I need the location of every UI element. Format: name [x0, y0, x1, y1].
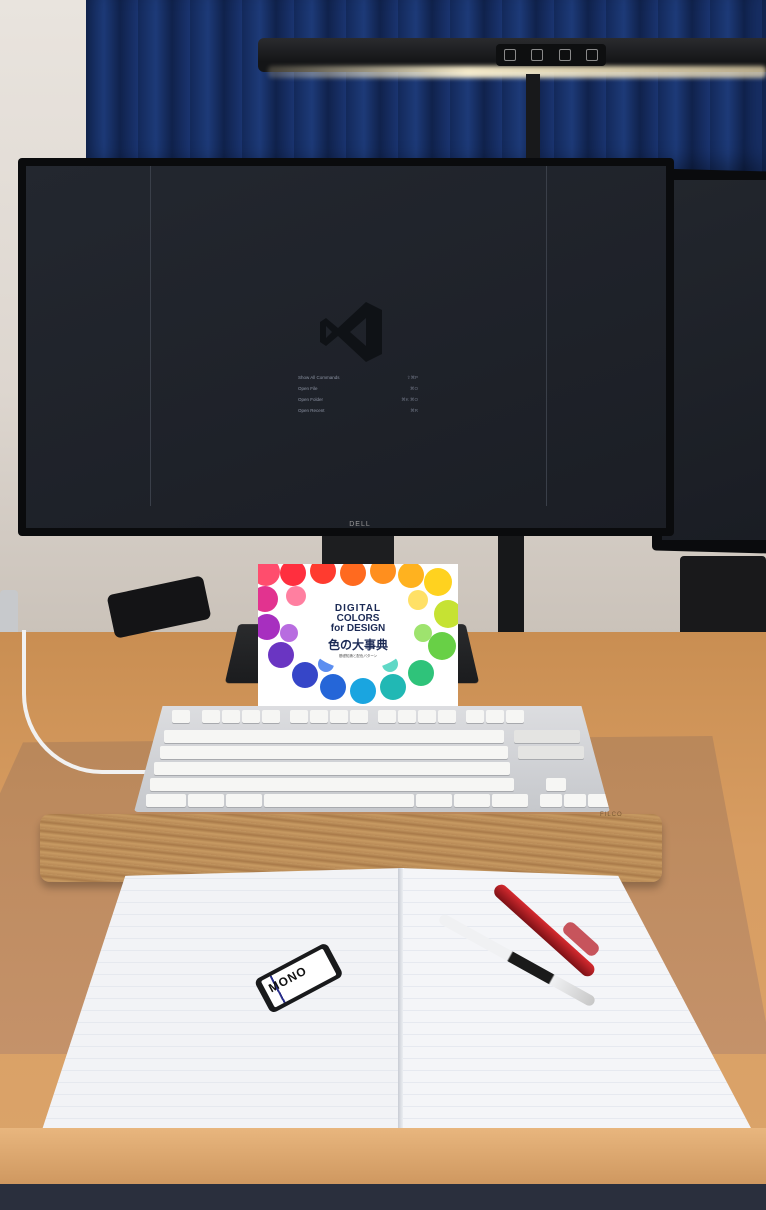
key: [310, 710, 328, 723]
menu-row[interactable]: Open Folder ⌘K ⌘O: [298, 394, 418, 405]
keyboard-row: [150, 778, 566, 791]
book-cover-title: DIGITAL COLORS for DESIGN 色の大事典 基礎知識と配色パ…: [306, 598, 410, 670]
color-dot: [380, 674, 406, 700]
color-dot: [414, 624, 432, 642]
key: [486, 710, 504, 723]
menu-shortcut: ⇧⌘P: [406, 375, 418, 380]
book-title-line: for DESIGN: [330, 623, 386, 634]
vscode-logo-icon: [320, 302, 382, 362]
key: [202, 710, 220, 723]
light-mode-icon: [531, 49, 544, 61]
menu-label: Open File: [298, 386, 318, 391]
color-dot: [434, 600, 458, 628]
key: [350, 710, 368, 723]
editor-divider: [546, 166, 547, 506]
menu-label: Open Recent: [298, 408, 325, 413]
key: [146, 794, 186, 807]
key: [438, 710, 456, 723]
menu-shortcut: ⌘K ⌘O: [401, 397, 418, 402]
key-arrow-down: [564, 794, 586, 807]
book-title-japanese: 色の大事典: [327, 638, 388, 652]
keyboard-row: [172, 710, 524, 723]
book-subtitle: 基礎知識と配色パターン: [338, 654, 378, 658]
key: [222, 710, 240, 723]
vscode-welcome-menu: Show All Commands ⇧⌘P Open File ⌘O Open Fo…: [298, 372, 418, 416]
key-row-home: [154, 762, 510, 775]
color-dot: [350, 678, 376, 704]
desk-front-edge: [0, 1128, 766, 1184]
key-row-shift: [150, 778, 514, 791]
color-dot: [320, 674, 346, 700]
key: [330, 710, 348, 723]
light-power-icon: [503, 49, 516, 61]
key-row-number: [164, 730, 504, 743]
color-dot: [428, 632, 456, 660]
key: [290, 710, 308, 723]
key: [172, 710, 190, 723]
color-dot: [408, 660, 434, 686]
notebook-spine: [398, 868, 403, 1130]
menu-shortcut: ⌘O: [409, 386, 418, 391]
color-dot: [398, 564, 424, 588]
keyboard-row: [164, 730, 580, 743]
keyboard: [134, 706, 610, 812]
menu-row[interactable]: Open File ⌘O: [298, 383, 418, 394]
wrist-rest-brand: FILCO: [600, 812, 623, 818]
monitor-brand-logo: DELL: [349, 521, 371, 528]
color-dot: [280, 624, 298, 642]
keyboard-row: [146, 794, 610, 807]
key-nav-cluster: [518, 746, 584, 759]
color-dot: [258, 614, 280, 640]
color-dot: [370, 564, 396, 584]
color-dot: [310, 564, 336, 584]
key: [416, 794, 452, 807]
editor-divider: [150, 166, 151, 506]
light-temp-icon: [586, 49, 599, 61]
curtain: [86, 0, 766, 175]
keyboard-row: [160, 746, 584, 759]
light-brightness-icon: [558, 49, 571, 61]
menu-shortcut: ⌘R: [410, 408, 418, 413]
key: [226, 794, 262, 807]
right-monitor-screen: [662, 180, 766, 540]
key: [188, 794, 224, 807]
color-dot: [286, 586, 306, 606]
color-dot: [408, 590, 428, 610]
floor: [0, 1184, 766, 1210]
color-dot: [424, 568, 452, 596]
key: [262, 710, 280, 723]
color-dot: [258, 586, 278, 612]
right-monitor-stand: [498, 536, 524, 632]
color-dot: [280, 564, 306, 586]
color-dot: [340, 564, 366, 586]
key: [418, 710, 436, 723]
key: [242, 710, 260, 723]
light-bar-controls: [496, 44, 606, 66]
key: [378, 710, 396, 723]
key: [454, 794, 490, 807]
key: [466, 710, 484, 723]
keyboard-row: [154, 762, 510, 775]
key-arrow-left: [540, 794, 562, 807]
key: [492, 794, 528, 807]
color-dot: [258, 564, 280, 586]
menu-row[interactable]: Open Recent ⌘R: [298, 405, 418, 416]
key-row-qwerty: [160, 746, 508, 759]
key-arrow-up: [546, 778, 566, 791]
color-book: DIGITAL COLORS for DESIGN 色の大事典 基礎知識と配色パ…: [258, 564, 458, 712]
menu-label: Open Folder: [298, 397, 324, 402]
key: [398, 710, 416, 723]
laptop-edge: [0, 590, 18, 638]
key: [506, 710, 524, 723]
light-glow: [268, 66, 766, 78]
key-nav-cluster: [514, 730, 580, 743]
key-space: [264, 794, 414, 807]
menu-row[interactable]: Show All Commands ⇧⌘P: [298, 372, 418, 383]
light-bar-pole: [526, 74, 540, 169]
color-dot: [292, 662, 318, 688]
color-dot: [268, 642, 294, 668]
menu-label: Show All Commands: [298, 375, 340, 380]
